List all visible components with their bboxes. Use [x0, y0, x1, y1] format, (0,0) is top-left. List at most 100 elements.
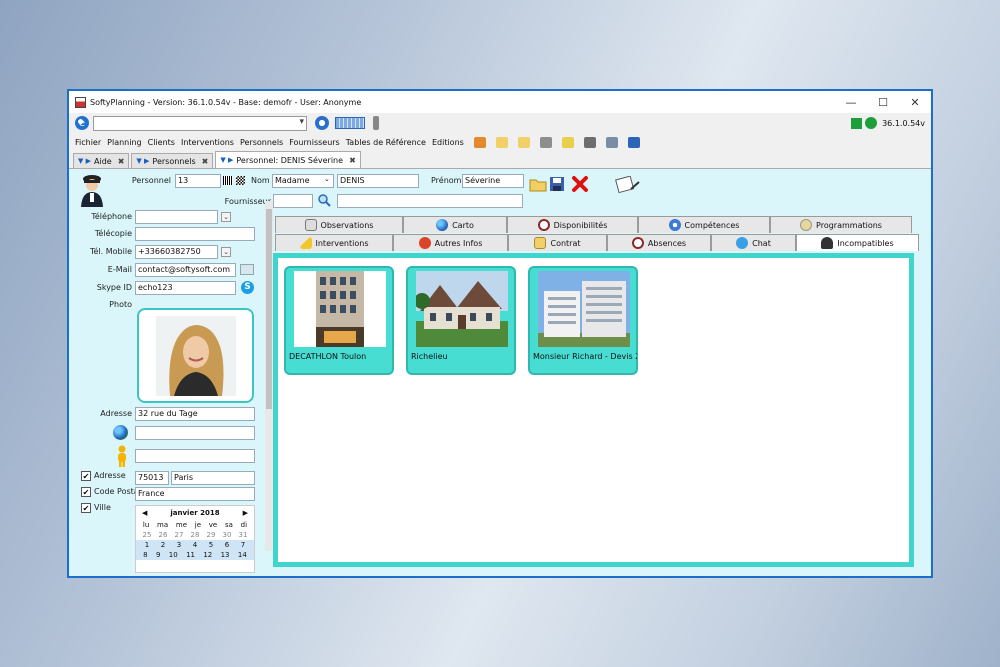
tab-chat[interactable]: Chat [711, 234, 796, 251]
browser-icon[interactable]: e [75, 116, 89, 130]
refresh-icon[interactable] [315, 116, 329, 130]
tab-competences[interactable]: Compétences [638, 216, 770, 233]
barcode-icon[interactable] [223, 176, 233, 185]
calendar-day[interactable]: 31 [239, 531, 248, 539]
menu-clients[interactable]: Clients [148, 138, 175, 147]
left-scrollbar[interactable] [265, 201, 273, 551]
calendar-day[interactable]: 5 [209, 541, 213, 549]
prenom-field[interactable]: Séverine [462, 174, 524, 188]
save-icon[interactable] [549, 176, 565, 192]
adresse-checkbox[interactable]: ✔ [81, 471, 91, 481]
calendar-day[interactable]: 30 [223, 531, 232, 539]
tab-incompatibles[interactable]: Incompatibles [796, 234, 919, 251]
address-combo[interactable] [93, 115, 307, 131]
telephone-dropdown[interactable]: ⌄ [221, 212, 231, 222]
code-postal-field[interactable]: 75013 [135, 471, 169, 485]
streetview-pegman-icon[interactable] [115, 445, 129, 467]
menu-interventions[interactable]: Interventions [181, 138, 234, 147]
calendar-day[interactable]: 25 [143, 531, 152, 539]
folder-open-icon[interactable] [517, 136, 530, 148]
truck-icon[interactable] [583, 136, 596, 148]
tab-contrat[interactable]: Contrat [508, 234, 607, 251]
close-tab-icon[interactable]: ✖ [349, 156, 356, 165]
close-tab-icon[interactable]: ✖ [202, 157, 209, 166]
pays-field[interactable]: France [135, 487, 255, 501]
tab-absences[interactable]: Absences [607, 234, 711, 251]
people-icon[interactable] [605, 136, 618, 148]
calendar-day[interactable]: 13 [221, 551, 230, 559]
calendar-day[interactable]: 11 [186, 551, 195, 559]
personnel-field[interactable]: 13 [175, 174, 221, 188]
tab-programmations[interactable]: Programmations [770, 216, 912, 233]
calendar-day[interactable]: 29 [207, 531, 216, 539]
ville-checkbox[interactable]: ✔ [81, 503, 91, 513]
skype-icon[interactable]: S [241, 281, 254, 294]
skype-field[interactable]: echo123 [135, 281, 236, 295]
book-icon[interactable] [473, 136, 486, 148]
calendar-day[interactable]: 6 [225, 541, 229, 549]
exit-icon[interactable] [627, 136, 640, 148]
calendar-day[interactable]: 9 [156, 551, 160, 559]
adresse-field[interactable]: 32 rue du Tage [135, 407, 255, 421]
search-icon[interactable] [317, 193, 331, 207]
photo-frame[interactable] [137, 308, 254, 403]
qrcode-icon[interactable] [236, 176, 245, 185]
tab-observations[interactable]: Observations [275, 216, 403, 233]
keyboard-icon[interactable] [335, 117, 365, 129]
globe-icon[interactable] [113, 425, 128, 440]
menu-personnels[interactable]: Personnels [240, 138, 283, 147]
calendar-day[interactable]: 8 [143, 551, 147, 559]
calendar-printer-icon[interactable] [615, 176, 641, 194]
close-button[interactable]: ✕ [899, 96, 931, 109]
menu-tables-reference[interactable]: Tables de Référence [346, 138, 426, 147]
calendar-day[interactable]: 7 [241, 541, 245, 549]
tab-carto[interactable]: Carto [403, 216, 507, 233]
client-card[interactable]: DECATHLON Toulon [284, 266, 394, 375]
menu-fichier[interactable]: Fichier [75, 138, 101, 147]
calendar-day[interactable]: 4 [193, 541, 197, 549]
address-line2-field[interactable] [135, 426, 255, 440]
calendar-day[interactable]: 27 [175, 531, 184, 539]
calendar-day[interactable]: 26 [159, 531, 168, 539]
calendar-day[interactable]: 3 [177, 541, 181, 549]
menu-editions[interactable]: Editions [432, 138, 464, 147]
fournisseur-name-field[interactable] [337, 194, 523, 208]
address-line3-field[interactable] [135, 449, 255, 463]
next-month-button[interactable]: ▶ [243, 509, 248, 517]
doc-tab-personnels[interactable]: ▼ ▶ Personnels ✖ [131, 153, 214, 168]
printer-icon[interactable] [539, 136, 552, 148]
maximize-button[interactable]: ☐ [867, 96, 899, 109]
prev-month-button[interactable]: ◀ [142, 509, 147, 517]
mobile-dropdown[interactable]: ⌄ [221, 247, 231, 257]
calendar-day[interactable]: 14 [238, 551, 247, 559]
menu-fournisseurs[interactable]: Fournisseurs [289, 138, 340, 147]
open-folder-icon[interactable] [529, 176, 547, 192]
tab-disponibilites[interactable]: Disponibilités [507, 216, 638, 233]
doc-tab-personnel-denis[interactable]: ▼ ▶ Personnel: DENIS Séverine ✖ [215, 151, 361, 168]
folder-icon[interactable] [495, 136, 508, 148]
minimize-button[interactable]: — [835, 96, 867, 109]
doc-tab-aide[interactable]: ▼ ▶ Aide ✖ [73, 153, 130, 168]
fournisseur-field[interactable] [273, 194, 313, 208]
client-card[interactable]: Richelieu [406, 266, 516, 375]
calendar-day[interactable]: 2 [161, 541, 165, 549]
tab-interventions[interactable]: Interventions [275, 234, 393, 251]
plug-icon[interactable] [373, 116, 379, 130]
mobile-field[interactable]: +33660382750 [135, 245, 218, 259]
client-card[interactable]: Monsieur Richard - Devis 23 [528, 266, 638, 375]
email-field[interactable]: contact@softysoft.com [135, 263, 236, 277]
calendar-day[interactable]: 1 [145, 541, 149, 549]
note-icon[interactable] [561, 136, 574, 148]
telephone-field[interactable] [135, 210, 218, 224]
code-postal-checkbox[interactable]: ✔ [81, 487, 91, 497]
menu-planning[interactable]: Planning [107, 138, 141, 147]
scrollbar-thumb[interactable] [266, 209, 272, 409]
calendar-day[interactable]: 10 [169, 551, 178, 559]
delete-icon[interactable] [571, 175, 589, 193]
tab-autres-infos[interactable]: Autres Infos [393, 234, 508, 251]
nom-field[interactable]: DENIS [337, 174, 419, 188]
close-tab-icon[interactable]: ✖ [118, 157, 125, 166]
calendar-day[interactable]: 12 [203, 551, 212, 559]
ville-field[interactable]: Paris [171, 471, 255, 485]
calendar-day[interactable]: 28 [191, 531, 200, 539]
